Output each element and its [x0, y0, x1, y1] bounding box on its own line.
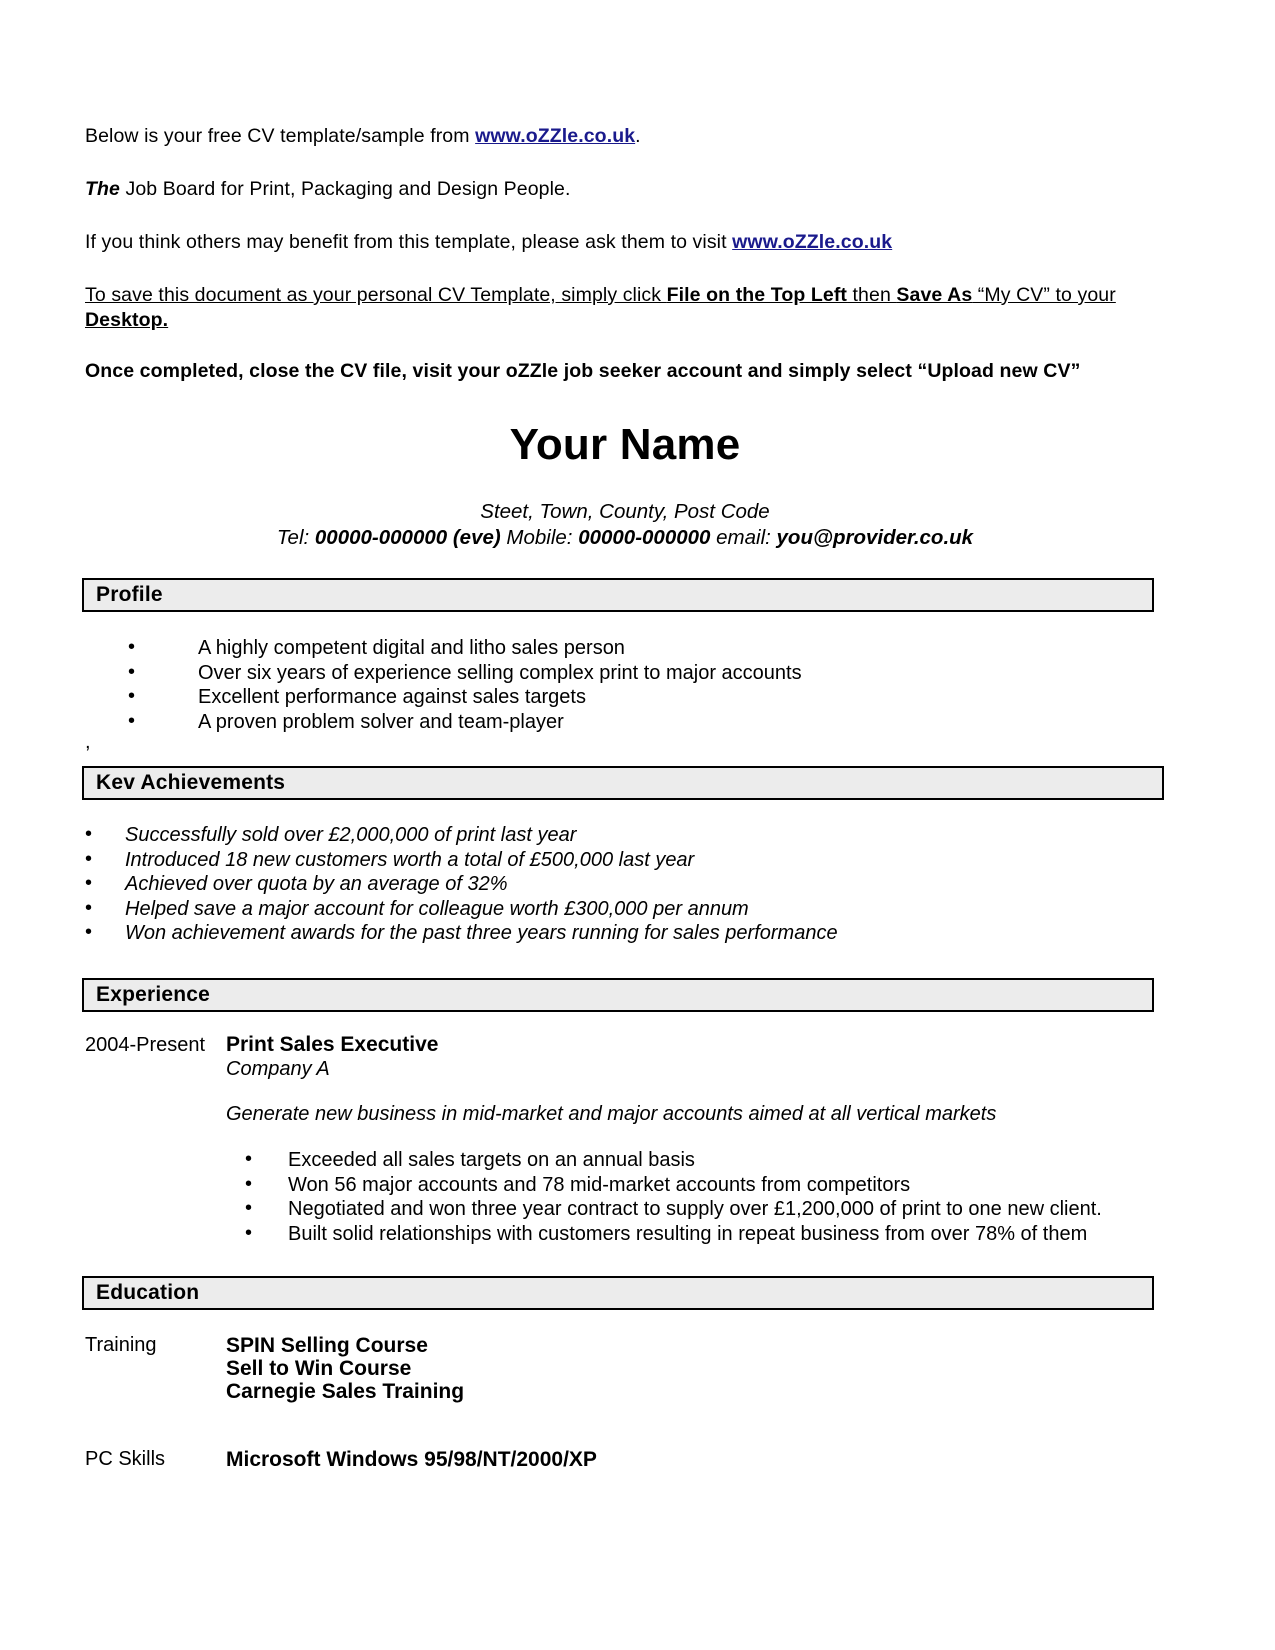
save-bold-saveas: Save As	[896, 283, 973, 306]
list-item: • Achieved over quota by an average of 32…	[85, 872, 838, 897]
profile-bullet-text: Over six years of experience selling com…	[198, 661, 802, 684]
ozzle-link-2[interactable]: www.oZZle.co.uk	[732, 231, 892, 253]
experience-bullet-text: Negotiated and won three year contract t…	[288, 1198, 1102, 1220]
intro-instructions: Below is your free CV template/sample fr…	[85, 124, 1165, 412]
training-item: Sell to Win Course	[226, 1357, 412, 1380]
section-title-experience: Experience	[96, 983, 211, 1006]
achievement-bullet-text: Won achievement awards for the past thre…	[125, 922, 838, 944]
profile-bullet-text: A highly competent digital and litho sal…	[198, 637, 625, 659]
pc-skills-label: PC Skills	[85, 1448, 166, 1470]
bullet-icon: •	[85, 847, 93, 870]
mobile-value: 00000-000000	[578, 526, 711, 549]
training-item: Carnegie Sales Training	[226, 1380, 465, 1403]
experience-summary: Generate new business in mid-market and …	[226, 1103, 997, 1125]
experience-company: Company A	[226, 1058, 330, 1080]
email-label: email:	[710, 526, 777, 549]
intro-line1-post: .	[635, 125, 641, 147]
achievement-bullet-text: Helped save a major account for colleagu…	[125, 897, 749, 920]
list-item: • A highly competent digital and litho sa…	[128, 636, 802, 661]
section-header-experience: Experience	[82, 978, 1154, 1012]
training-label: Training	[85, 1334, 157, 1356]
profile-bullet-text: A proven problem solver and team-player	[198, 710, 564, 733]
bullet-icon: •	[245, 1172, 253, 1195]
list-item: • Won achievement awards for the past thr…	[85, 921, 838, 946]
save-bold-desktop: Desktop.	[85, 308, 169, 331]
intro-line2-bold: The	[85, 177, 120, 200]
intro-line-share: If you think others may benefit from thi…	[85, 230, 1165, 255]
intro-line-source: Below is your free CV template/sample fr…	[85, 124, 1165, 149]
bullet-icon: •	[245, 1221, 253, 1244]
achievement-bullet-text: Achieved over quota by an average of 32%	[125, 873, 508, 895]
section-header-achievements: Kev Achievements	[82, 766, 1164, 800]
achievement-bullet-text: Introduced 18 new customers worth a tota…	[125, 848, 695, 871]
experience-bullet-list: • Exceeded all sales targets on an annual…	[245, 1148, 1102, 1246]
achievement-bullet-text: Successfully sold over £2,000,000 of pri…	[125, 824, 577, 846]
save-bold-file: File on the Top Left	[666, 283, 848, 306]
achievements-bullet-list: • Successfully sold over £2,000,000 of pr…	[85, 823, 838, 946]
list-item: • Helped save a major account for colleag…	[85, 897, 838, 922]
training-item: SPIN Selling Course	[226, 1334, 428, 1357]
section-header-profile: Profile	[82, 578, 1154, 612]
list-item: • A proven problem solver and team-player	[128, 710, 802, 735]
bullet-icon: •	[245, 1148, 253, 1170]
section-title-profile: Profile	[96, 583, 163, 606]
save-part2: then	[847, 283, 897, 306]
bullet-icon: •	[245, 1197, 253, 1219]
list-item: • Won 56 major accounts and 78 mid-market…	[245, 1173, 1102, 1198]
bullet-icon: •	[128, 709, 136, 732]
tel-label: Tel:	[276, 526, 315, 549]
bullet-icon: •	[128, 685, 136, 707]
experience-dates: 2004-Present	[85, 1034, 206, 1056]
intro-line-upload: Once completed, close the CV file, visit…	[85, 359, 1081, 382]
bullet-icon: •	[85, 921, 93, 943]
ozzle-link-1[interactable]: www.oZZle.co.uk	[475, 125, 635, 147]
list-item: • Negotiated and won three year contract …	[245, 1197, 1102, 1222]
save-part1: To save this document as your personal C…	[85, 283, 667, 306]
cv-document-page: Below is your free CV template/sample fr…	[0, 0, 1275, 1650]
email-value: you@provider.co.uk	[776, 526, 974, 549]
bullet-icon: •	[85, 823, 93, 845]
list-item: • Excellent performance against sales tar…	[128, 685, 802, 710]
profile-bullet-text: Excellent performance against sales targ…	[198, 686, 586, 708]
section-title-achievements: Kev Achievements	[96, 771, 286, 794]
profile-bullet-list: • A highly competent digital and litho sa…	[128, 636, 802, 734]
intro-line2-rest: Job Board for Print, Packaging and Desig…	[119, 177, 571, 200]
bullet-icon: •	[85, 896, 93, 919]
pc-skills-value: Microsoft Windows 95/98/NT/2000/XP	[226, 1448, 597, 1471]
section-header-education: Education	[82, 1276, 1154, 1310]
tel-value: 00000-000000 (eve)	[314, 526, 501, 549]
list-item: • Exceeded all sales targets on an annual…	[245, 1148, 1102, 1173]
list-item: • Introduced 18 new customers worth a tot…	[85, 848, 838, 873]
intro-line-jobboard: The Job Board for Print, Packaging and D…	[85, 177, 1165, 202]
experience-bullet-text: Exceeded all sales targets on an annual …	[288, 1149, 695, 1171]
mobile-label: Mobile:	[500, 526, 579, 549]
address-line: Steet, Town, County, Post Code	[480, 500, 770, 523]
intro-line1-pre: Below is your free CV template/sample fr…	[85, 125, 476, 147]
intro-line3-pre: If you think others may benefit from thi…	[85, 230, 733, 253]
experience-bullet-text: Built solid relationships with customers…	[288, 1222, 1088, 1245]
bullet-icon: •	[128, 660, 136, 683]
stray-comma-mark: ,	[85, 731, 91, 753]
training-items: SPIN Selling Course Sell to Win Course C…	[226, 1334, 464, 1403]
contact-line: Tel: 00000-000000 (eve) Mobile: 00000-00…	[85, 524, 1165, 551]
save-part3: “My CV” to your	[972, 283, 1116, 306]
section-title-education: Education	[96, 1281, 200, 1304]
intro-line-save-instructions: To save this document as your personal C…	[85, 283, 1165, 333]
list-item: • Built solid relationships with customer…	[245, 1222, 1102, 1247]
bullet-icon: •	[85, 872, 93, 894]
list-item: • Over six years of experience selling co…	[128, 661, 802, 686]
experience-bullet-text: Won 56 major accounts and 78 mid-market …	[288, 1173, 911, 1196]
bullet-icon: •	[128, 636, 136, 658]
list-item: • Successfully sold over £2,000,000 of pr…	[85, 823, 838, 848]
page-title: Your Name	[509, 420, 741, 469]
experience-job-title: Print Sales Executive	[226, 1033, 439, 1056]
